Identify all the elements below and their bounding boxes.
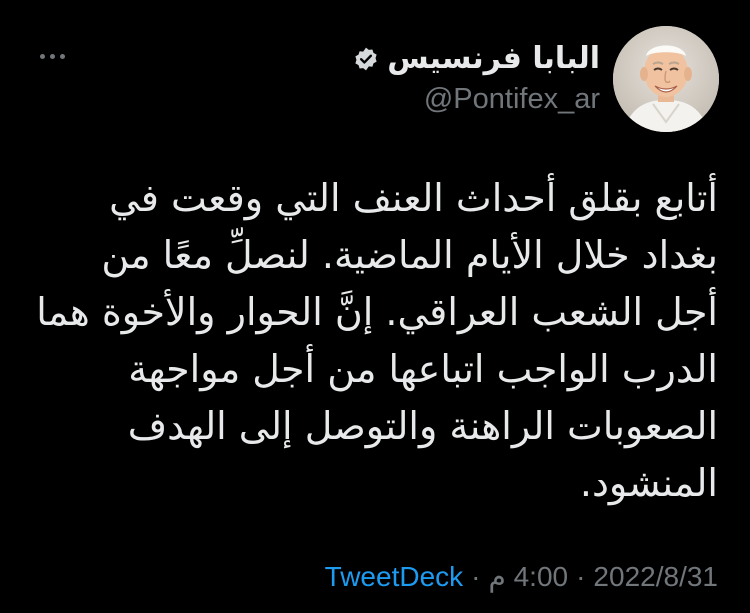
- author-avatar[interactable]: [613, 26, 719, 132]
- author-info: البابا فرنسيس @Pontifex_ar: [353, 40, 600, 116]
- tweet-text: أتابع بقلق أحداث العنف التي وقعت في بغدا…: [36, 176, 718, 505]
- author-display-name[interactable]: البابا فرنسيس: [387, 40, 600, 78]
- tweet-date[interactable]: 2022/8/31: [593, 561, 718, 593]
- author-handle[interactable]: @Pontifex_ar: [353, 82, 600, 116]
- more-dot: [39, 53, 45, 59]
- tweet-meta: TweetDeck · 4:00 م · 2022/8/31: [325, 560, 718, 593]
- tweet-time[interactable]: 4:00 م: [488, 560, 568, 593]
- tweet-card: البابا فرنسيس @Pontifex_ar أتابع بقلق أح…: [0, 0, 750, 613]
- meta-separator: ·: [576, 560, 586, 592]
- more-dot: [59, 53, 65, 59]
- verified-badge-icon: [353, 46, 379, 72]
- avatar-image: [613, 26, 719, 132]
- meta-separator: ·: [471, 560, 481, 592]
- tweet-source-link[interactable]: TweetDeck: [325, 561, 464, 593]
- author-name-row: البابا فرنسيس: [353, 40, 600, 78]
- more-dot: [49, 53, 55, 59]
- more-horizontal-icon[interactable]: [32, 44, 72, 68]
